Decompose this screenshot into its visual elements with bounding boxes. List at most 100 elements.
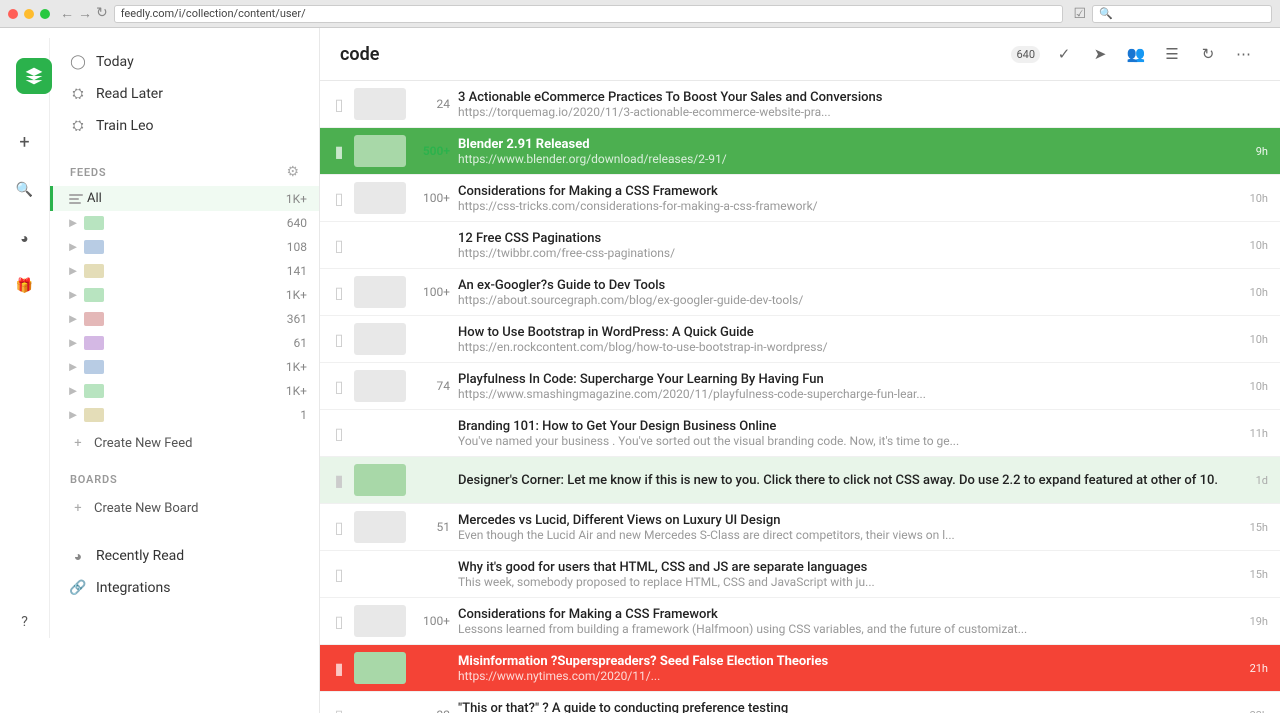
article-row[interactable]: ▯How to Use Bootstrap in WordPress: A Qu… xyxy=(320,316,1280,363)
browser-min-btn[interactable] xyxy=(24,9,34,19)
team-button[interactable]: 👥 xyxy=(1120,38,1152,70)
article-row[interactable]: ▮Misinformation ?Superspreaders? Seed Fa… xyxy=(320,645,1280,692)
feed-item-9[interactable]: ► 1 xyxy=(50,403,319,427)
article-thumbnail xyxy=(354,323,406,355)
article-count: 500+ xyxy=(414,144,450,158)
help-icon: ? xyxy=(21,614,28,630)
header-actions: 640 ✓ ➤ 👥 ☰ ↻ ⋯ xyxy=(1011,38,1260,70)
feeds-gear-icon[interactable]: ⚙ xyxy=(286,164,299,180)
browser-url-bar[interactable]: feedly.com/i/collection/content/user/ xyxy=(114,5,1064,23)
sidebar-item-train-leo[interactable]: ⛭ Train Leo xyxy=(50,110,319,142)
feed-thumb-3 xyxy=(84,264,104,278)
feed-item-8[interactable]: ► 1K+ xyxy=(50,379,319,403)
sidebar-item-integrations[interactable]: 🔗 Integrations xyxy=(50,572,319,604)
browser-back-icon[interactable]: ← xyxy=(60,5,74,22)
browser-forward-icon[interactable]: → xyxy=(78,5,92,22)
article-row[interactable]: ▯100+Considerations for Making a CSS Fra… xyxy=(320,598,1280,645)
refresh-button[interactable]: ↻ xyxy=(1192,38,1224,70)
article-title: 3 Actionable eCommerce Practices To Boos… xyxy=(458,90,1268,105)
chevron-right-icon-1: ► xyxy=(66,216,80,230)
feed-item-2[interactable]: ► 108 xyxy=(50,235,319,259)
article-bookmark-icon[interactable]: ▯ xyxy=(332,191,346,205)
feed-item-7[interactable]: ► 1K+ xyxy=(50,355,319,379)
browser-refresh-icon[interactable]: ↻ xyxy=(96,5,108,22)
tag-icon: ⛭ xyxy=(70,118,86,134)
article-bookmark-icon[interactable]: ▮ xyxy=(332,661,346,675)
article-content: Designer's Corner: Let me know if this i… xyxy=(458,473,1240,488)
more-options-button[interactable]: ⋯ xyxy=(1228,38,1260,70)
sidebar-item-recently-read[interactable]: ◕ Recently Read xyxy=(50,540,319,572)
article-content: An ex-Googler?s Guide to Dev Toolshttps:… xyxy=(458,278,1234,307)
article-row[interactable]: ▮500+Blender 2.91 Releasedhttps://www.bl… xyxy=(320,128,1280,175)
article-count: 74 xyxy=(414,379,450,393)
feed-item-6[interactable]: ► 61 xyxy=(50,331,319,355)
create-feed-button[interactable]: + Create New Feed xyxy=(50,427,319,459)
sidebar-item-today[interactable]: ◯ Today xyxy=(50,46,319,78)
article-bookmark-icon[interactable]: ▮ xyxy=(332,144,346,158)
search-button[interactable]: 🔍 xyxy=(9,174,41,206)
history-button[interactable]: ◕ xyxy=(9,222,41,254)
article-url: You've named your business . You've sort… xyxy=(458,434,1234,448)
browser-bookmark-icon[interactable]: ☑ xyxy=(1073,6,1086,22)
browser-bar: ← → ↻ feedly.com/i/collection/content/us… xyxy=(0,0,1280,28)
article-bookmark-icon[interactable]: ▯ xyxy=(332,426,346,440)
search-icon: 🔍 xyxy=(16,182,33,198)
browser-max-btn[interactable] xyxy=(40,9,50,19)
article-row[interactable]: ▯Branding 101: How to Get Your Design Bu… xyxy=(320,410,1280,457)
add-button[interactable]: + xyxy=(9,126,41,158)
article-row[interactable]: ▮ Designer's Corner: Let me know if this … xyxy=(320,457,1280,504)
feed-item-3[interactable]: ► 141 xyxy=(50,259,319,283)
chevron-right-icon-8: ► xyxy=(66,384,80,398)
article-bookmark-icon[interactable]: ▯ xyxy=(332,567,346,581)
article-url: https://www.smashingmagazine.com/2020/11… xyxy=(458,387,1234,401)
gift-icon: 🎁 xyxy=(16,278,33,294)
article-row[interactable]: ▯12 Free CSS Paginationshttps://twibbr.c… xyxy=(320,222,1280,269)
article-row[interactable]: ▯243 Actionable eCommerce Practices To B… xyxy=(320,81,1280,128)
article-row[interactable]: ▯Why it's good for users that HTML, CSS … xyxy=(320,551,1280,598)
article-time: 15h xyxy=(1250,568,1268,581)
browser-close-btn[interactable] xyxy=(8,9,18,19)
article-thumbnail xyxy=(354,605,406,637)
article-row[interactable]: ▯100+An ex-Googler?s Guide to Dev Toolsh… xyxy=(320,269,1280,316)
article-bookmark-icon[interactable]: ▯ xyxy=(332,332,346,346)
article-bookmark-icon[interactable]: ▯ xyxy=(332,238,346,252)
article-bookmark-icon[interactable]: ▯ xyxy=(332,708,346,713)
article-bookmark-icon[interactable]: ▯ xyxy=(332,614,346,628)
main-content: code 640 ✓ ➤ 👥 ☰ ↻ ⋯ ▯243 Actionable eCo… xyxy=(320,28,1280,713)
mark-all-read-button[interactable]: ✓ xyxy=(1048,38,1080,70)
plus-feed-icon: + xyxy=(70,435,86,451)
feed-item-4[interactable]: ► 1K+ xyxy=(50,283,319,307)
article-time: 19h xyxy=(1250,615,1268,628)
today-icon: ◯ xyxy=(70,54,86,70)
article-bookmark-icon[interactable]: ▯ xyxy=(332,520,346,534)
browser-search-bar[interactable]: 🔍 xyxy=(1092,5,1272,23)
view-options-button[interactable]: ☰ xyxy=(1156,38,1188,70)
sidebar-item-read-later[interactable]: ⛭ Read Later xyxy=(50,78,319,110)
sidebar-label-train-leo: Train Leo xyxy=(96,118,153,134)
article-bookmark-icon[interactable]: ▯ xyxy=(332,97,346,111)
article-row[interactable]: ▯32"This or that?" ? A guide to conducti… xyxy=(320,692,1280,713)
article-row[interactable]: ▯51Mercedes vs Lucid, Different Views on… xyxy=(320,504,1280,551)
article-bookmark-icon[interactable]: ▮ xyxy=(332,473,346,487)
page-title: code xyxy=(340,44,1003,65)
article-bookmark-icon[interactable]: ▯ xyxy=(332,379,346,393)
article-row[interactable]: ▯100+Considerations for Making a CSS Fra… xyxy=(320,175,1280,222)
feed-item-1[interactable]: ► 640 xyxy=(50,211,319,235)
app-logo[interactable] xyxy=(16,58,52,94)
article-content: Playfulness In Code: Supercharge Your Le… xyxy=(458,372,1234,401)
article-bookmark-icon[interactable]: ▯ xyxy=(332,285,346,299)
create-board-button[interactable]: + Create New Board xyxy=(50,492,319,524)
article-thumbnail xyxy=(354,699,406,713)
article-time: 11h xyxy=(1250,427,1268,440)
feed-item-5[interactable]: ► 361 xyxy=(50,307,319,331)
feed-item-all[interactable]: All 1K+ xyxy=(50,186,319,211)
feed-thumb-1 xyxy=(84,216,104,230)
help-button[interactable]: ? xyxy=(9,606,41,638)
article-url: Lessons learned from building a framewor… xyxy=(458,622,1234,636)
share-button[interactable]: ➤ xyxy=(1084,38,1116,70)
article-row[interactable]: ▯ 74 Playfulness In Code: Supercharge Your… xyxy=(320,363,1280,410)
count-badge: 640 xyxy=(1011,46,1040,63)
article-time: 21h xyxy=(1250,662,1268,675)
feed-thumb-6 xyxy=(84,336,104,350)
gift-button[interactable]: 🎁 xyxy=(9,270,41,302)
